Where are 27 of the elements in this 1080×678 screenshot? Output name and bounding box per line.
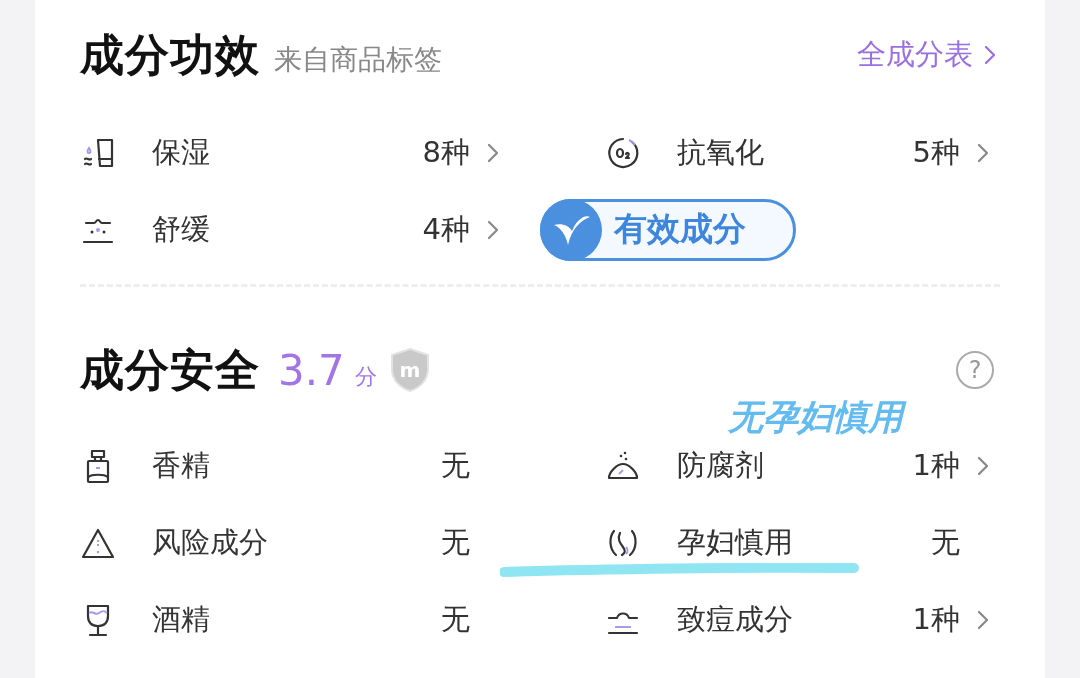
section-title: 成分安全 [80,342,260,397]
row-label: 风险成分 [152,524,268,561]
row-label: 保湿 [152,133,210,171]
score-unit: 分 [354,363,377,391]
help-button[interactable]: ? [956,351,994,389]
row-value: 1种 [912,601,960,638]
row-value: 1种 [912,447,960,484]
chevron-icon [983,44,997,66]
row-label: 致痘成分 [677,601,793,638]
row-value: 无 [441,447,470,484]
row-label: 防腐剂 [677,447,764,484]
row-label: 抗氧化 [677,133,764,171]
section-subtitle: 来自商品标签 [274,42,442,78]
badge-label: 有效成分 [614,208,746,250]
row-label: 孕妇慎用 [677,524,793,561]
row-value: 无 [441,524,470,561]
row-value: 8种 [422,133,470,171]
safety-score: 3.7 [278,345,345,395]
row-value: 5种 [912,133,960,171]
row-label: 舒缓 [152,210,210,248]
section-title: 成分功效 [80,27,260,82]
row-label: 酒精 [152,601,210,638]
full-ingredients-link[interactable]: 全成分表 [857,35,997,75]
row-label: 香精 [152,447,210,484]
row-value: 无 [441,601,470,638]
row-value: 无 [931,524,960,561]
row-value: 4种 [422,210,470,248]
